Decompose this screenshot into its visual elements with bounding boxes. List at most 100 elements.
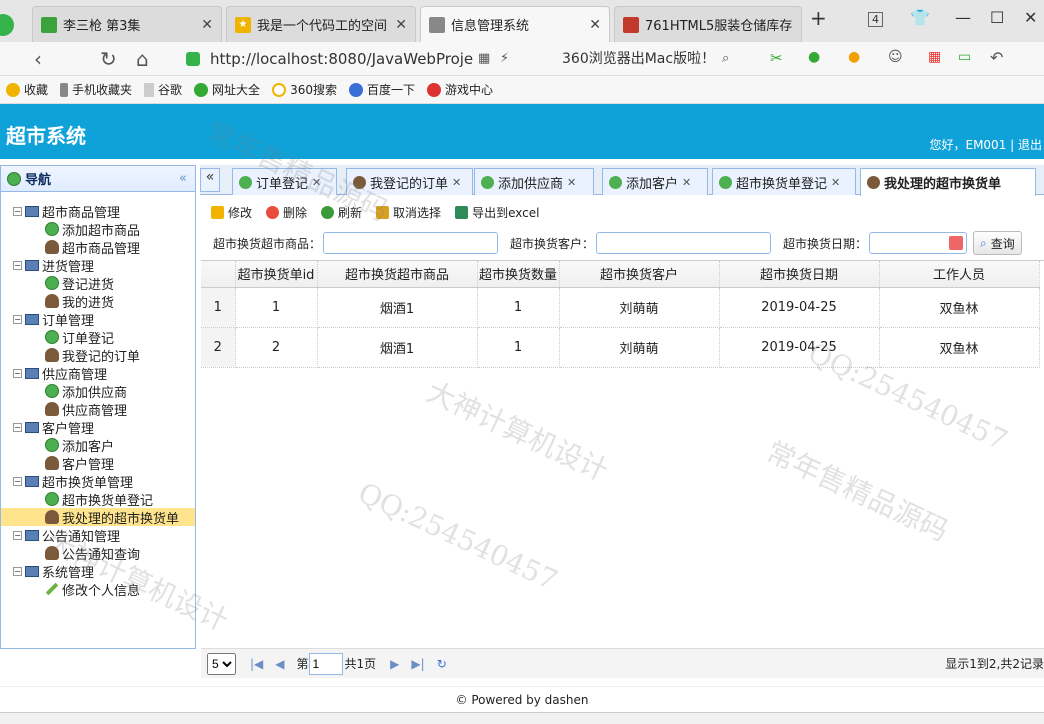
nav-item[interactable]: 我处理的超市换货单: [1, 508, 195, 527]
page-size-select[interactable]: 5: [207, 652, 236, 675]
apps-icon[interactable]: ▦: [928, 49, 941, 65]
table-row[interactable]: 2 2 烟酒1 1 刘萌萌 2019-04-25 双鱼林: [201, 327, 1040, 368]
table-row[interactable]: 1 1 烟酒1 1 刘萌萌 2019-04-25 双鱼林: [201, 287, 1040, 328]
tab-scroll-left-icon[interactable]: «: [200, 168, 220, 192]
tree-toggle-icon[interactable]: −: [13, 260, 22, 270]
browser-tab[interactable]: 李三枪 第3集 ✕: [32, 6, 222, 42]
collapse-icon[interactable]: «: [179, 171, 187, 186]
export-excel-button[interactable]: 导出到excel: [455, 204, 539, 221]
user-greeting-logout[interactable]: 您好，EM001 | 退出: [929, 136, 1042, 153]
nav-item[interactable]: 超市换货单登记: [1, 490, 195, 509]
tab-close-icon[interactable]: ✕: [395, 17, 407, 33]
bookmark-360search[interactable]: 360搜索: [272, 81, 337, 98]
tab-active[interactable]: 我处理的超市换货单: [860, 168, 1036, 196]
bookmark-baidu[interactable]: 百度一下: [348, 81, 415, 98]
column-header[interactable]: 超市换货日期: [719, 261, 880, 288]
last-page-icon[interactable]: ▶|: [411, 657, 424, 671]
extension-icon[interactable]: ●: [808, 49, 820, 65]
panel-tab[interactable]: 我登记的订单 ✕: [346, 168, 473, 195]
bookmark-sites[interactable]: 网址大全: [194, 81, 260, 98]
column-header[interactable]: 超市换货超市商品: [317, 261, 478, 288]
customer-input[interactable]: [596, 232, 772, 254]
tab-close-icon[interactable]: ✕: [567, 176, 576, 189]
panel-tab[interactable]: 添加客户 ✕: [602, 168, 708, 195]
nav-item[interactable]: 客户管理: [1, 454, 195, 473]
goods-input[interactable]: [323, 232, 499, 254]
calendar-icon[interactable]: [949, 236, 964, 250]
tree-toggle-icon[interactable]: −: [13, 206, 22, 216]
bookmark-google[interactable]: 谷歌: [144, 81, 182, 98]
nav-group[interactable]: − 供应商管理: [1, 364, 195, 383]
panel-tab[interactable]: 超市换货单登记 ✕: [712, 168, 856, 195]
nav-item[interactable]: 供应商管理: [1, 400, 195, 419]
battery-icon[interactable]: ▭: [958, 49, 971, 65]
nav-item[interactable]: 超市商品管理: [1, 238, 195, 257]
nav-item[interactable]: 我登记的订单: [1, 346, 195, 365]
nav-group[interactable]: − 超市商品管理: [1, 202, 195, 221]
scissors-icon[interactable]: ✂: [770, 49, 783, 67]
nav-group[interactable]: − 订单管理: [1, 310, 195, 329]
nav-group[interactable]: − 进货管理: [1, 256, 195, 275]
home-icon[interactable]: ⌂: [136, 47, 149, 71]
tree-toggle-icon[interactable]: −: [13, 368, 22, 378]
wallet-icon[interactable]: ●: [848, 49, 860, 65]
new-tab-button[interactable]: +: [810, 6, 827, 30]
nav-item[interactable]: 公告通知查询: [1, 544, 195, 563]
tab-count-badge[interactable]: 4: [868, 12, 883, 27]
bookmark-mobile[interactable]: 手机收藏夹: [60, 81, 132, 98]
tab-close-icon[interactable]: ✕: [589, 17, 601, 33]
minimize-icon[interactable]: —: [955, 8, 971, 27]
nav-item[interactable]: 登记进货: [1, 274, 195, 293]
panel-tab[interactable]: 添加供应商 ✕: [474, 168, 594, 195]
tab-close-icon[interactable]: ✕: [831, 176, 840, 189]
tree-toggle-icon[interactable]: −: [13, 566, 22, 576]
column-header[interactable]: 超市换货单id: [235, 261, 318, 288]
grid-icon[interactable]: ▦: [478, 51, 490, 66]
nav-item[interactable]: 订单登记: [1, 328, 195, 347]
shirt-icon[interactable]: 👕: [910, 8, 930, 27]
browser-tab-active[interactable]: 信息管理系统 ✕: [420, 6, 610, 42]
maximize-icon[interactable]: ☐: [990, 8, 1004, 27]
delete-button[interactable]: 删除: [266, 204, 307, 221]
browser-tab[interactable]: 761HTML5服装仓储库存: [614, 6, 802, 42]
nav-group[interactable]: − 系统管理: [1, 562, 195, 581]
column-header[interactable]: 超市换货客户: [559, 261, 720, 288]
promo-text[interactable]: 360浏览器出Mac版啦！: [562, 48, 715, 68]
nav-item[interactable]: 添加超市商品: [1, 220, 195, 239]
next-page-icon[interactable]: ▶: [390, 657, 399, 671]
tab-close-icon[interactable]: ✕: [682, 176, 691, 189]
nav-group[interactable]: − 公告通知管理: [1, 526, 195, 545]
nav-group[interactable]: − 客户管理: [1, 418, 195, 437]
reload-icon[interactable]: ↻: [100, 47, 117, 71]
nav-item[interactable]: 修改个人信息: [1, 580, 195, 599]
tree-toggle-icon[interactable]: −: [13, 476, 22, 486]
emoji-icon[interactable]: ☺: [888, 49, 903, 65]
prev-page-icon[interactable]: ◀: [275, 657, 284, 671]
search-icon[interactable]: ⌕: [722, 51, 729, 66]
cancel-select-button[interactable]: 取消选择: [376, 204, 441, 221]
back-icon[interactable]: ‹: [34, 47, 42, 71]
nav-item[interactable]: 添加客户: [1, 436, 195, 455]
column-header[interactable]: 超市换货数量: [477, 261, 560, 288]
query-button[interactable]: ⌕ 查询: [973, 231, 1022, 255]
tab-close-icon[interactable]: ✕: [452, 176, 461, 189]
nav-item[interactable]: 添加供应商: [1, 382, 195, 401]
nav-group[interactable]: − 超市换货单管理: [1, 472, 195, 491]
url-field[interactable]: http://localhost:8080/JavaWebProje: [186, 46, 516, 72]
edit-button[interactable]: 修改: [211, 204, 252, 221]
tab-close-icon[interactable]: ✕: [312, 176, 321, 189]
page-number-input[interactable]: [308, 652, 343, 675]
bookmark-games[interactable]: 游戏中心: [426, 81, 493, 98]
column-header[interactable]: 工作人员: [879, 261, 1040, 288]
close-window-icon[interactable]: ✕: [1024, 8, 1037, 27]
bookmark-favorites[interactable]: 收藏: [6, 81, 48, 98]
first-page-icon[interactable]: |◀: [250, 657, 263, 671]
lightning-icon[interactable]: ⚡: [500, 51, 509, 66]
refresh-button[interactable]: 刷新: [321, 204, 362, 221]
tree-toggle-icon[interactable]: −: [13, 314, 22, 324]
nav-item[interactable]: 我的进货: [1, 292, 195, 311]
browser-tab[interactable]: ★ 我是一个代码工的空间 [h ✕: [226, 6, 416, 42]
refresh-icon[interactable]: ↻: [437, 657, 447, 671]
panel-tab[interactable]: 订单登记 ✕: [232, 168, 337, 195]
tree-toggle-icon[interactable]: −: [13, 422, 22, 432]
